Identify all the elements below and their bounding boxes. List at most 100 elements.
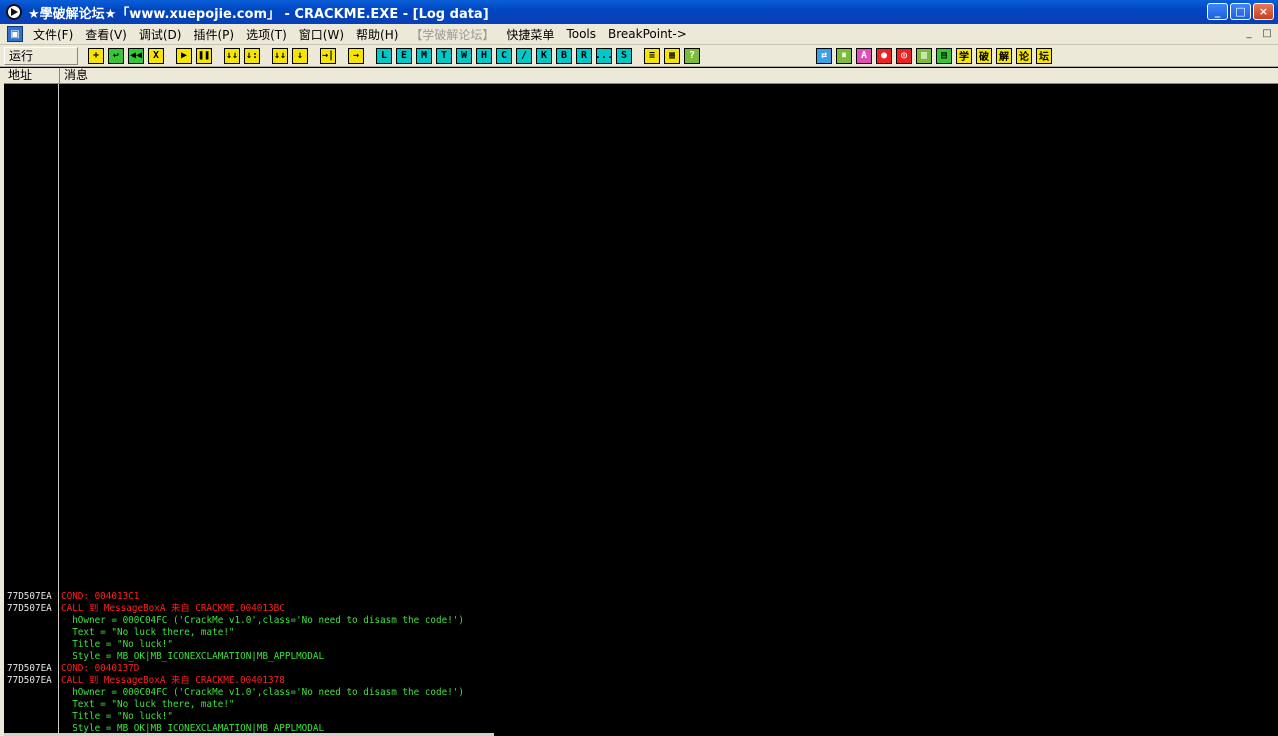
xue-button[interactable]: 学 (956, 47, 972, 64)
log-window[interactable]: 77D507EA COND: 004013C1 77D507EA CALL 到 Mes… (4, 84, 1278, 736)
a-letter-icon[interactable]: A (856, 47, 872, 64)
window-controls: _ □ × (1207, 3, 1274, 20)
menu-options[interactable]: 选项(T) (240, 26, 293, 43)
execute-till-return-button[interactable]: →| (320, 47, 336, 64)
po-button[interactable]: 破 (976, 47, 992, 64)
menu-window[interactable]: 窗口(W) (293, 26, 350, 43)
calculator-icon[interactable]: ▥ (916, 47, 932, 64)
log-message: CALL 到 MessageBoxA 来自 CRACKME.004013BC (61, 603, 285, 614)
log-row[interactable]: Text = "No luck there, mate!" (4, 699, 1278, 711)
menu-breakpoint[interactable]: BreakPoint-> (602, 27, 693, 41)
log-address (4, 627, 61, 639)
log-message: CALL 到 MessageBoxA 来自 CRACKME.00401378 (61, 675, 285, 686)
log-column-header: 地址 消息 (4, 68, 1278, 84)
log-message: COND: 0040137D (61, 663, 140, 674)
jie-button[interactable]: 解 (996, 47, 1012, 64)
log-address: 77D507EA (7, 675, 52, 686)
menu-shortcuts[interactable]: 快捷菜单 (500, 26, 560, 43)
open-button[interactable]: + (88, 47, 104, 64)
log-message: Title = "No luck!" (61, 639, 173, 650)
menu-file[interactable]: 文件(F) (27, 26, 79, 43)
mdi-restore-button[interactable]: □ (1260, 27, 1274, 40)
switch-icon[interactable]: ⇄ (816, 47, 832, 64)
menu-help[interactable]: 帮助(H) (350, 26, 404, 43)
menu-view[interactable]: 查看(V) (79, 26, 133, 43)
log-address: 77D507EA (7, 663, 52, 674)
step-over-button[interactable]: ↓: (244, 47, 260, 64)
window-title: ★學破解论坛★「www.xuepojie.com」 - CRACKME.EXE … (28, 6, 489, 22)
toolbar: 运行 + ↩ ◀◀ X ▶ ❚❚ ↓↓ ↓: ↓↓ ↓ →| → L E M T… (0, 45, 1278, 67)
document-icon[interactable]: ▣ (7, 26, 23, 42)
pause-icon[interactable]: ⏸ (836, 47, 852, 64)
appearance-button[interactable]: ≡ (644, 47, 660, 64)
trace-over-button[interactable]: ↓ (292, 47, 308, 64)
rewind-button[interactable]: ◀◀ (128, 47, 144, 64)
windows-button[interactable]: W (456, 47, 472, 64)
log-row[interactable]: Text = "No luck there, mate!" (4, 627, 1278, 639)
log-address (4, 639, 61, 651)
log-row[interactable]: Style = MB_OK|MB_ICONEXCLAMATION|MB_APPL… (4, 651, 1278, 663)
source-button[interactable]: S (616, 47, 632, 64)
mdi-controls: _ □ (1242, 27, 1274, 40)
patches-button[interactable]: / (516, 47, 532, 64)
log-row[interactable]: 77D507EA COND: 004013C1 (4, 591, 1278, 603)
log-row[interactable]: 77D507EA CALL 到 MessageBoxA 来自 CRACKME.00… (4, 603, 1278, 615)
trace-into-button[interactable]: ↓↓ (272, 47, 288, 64)
menu-plugins[interactable]: 插件(P) (187, 26, 240, 43)
restart-button[interactable]: ↩ (108, 47, 124, 64)
log-address: 77D507EA (7, 591, 52, 602)
menu-debug[interactable]: 调试(D) (133, 26, 188, 43)
modules-button[interactable]: E (396, 47, 412, 64)
log-row[interactable]: hOwner = 000C04FC ('CrackMe v1.0',class=… (4, 615, 1278, 627)
close-button[interactable]: × (1253, 3, 1274, 20)
log-message: Style = MB_OK|MB_ICONEXCLAMATION|MB_APPL… (61, 651, 325, 662)
log-address (4, 651, 61, 663)
log-window-button[interactable]: L (376, 47, 392, 64)
log-message: hOwner = 000C04FC ('CrackMe v1.0',class=… (61, 687, 464, 698)
log-message: Text = "No luck there, mate!" (61, 627, 235, 638)
log-row[interactable]: 77D507EA CALL 到 MessageBoxA 来自 CRACKME.00… (4, 675, 1278, 687)
handles-button[interactable]: H (476, 47, 492, 64)
monitor-icon[interactable]: ▤ (936, 47, 952, 64)
pause-button[interactable]: ❚❚ (196, 47, 212, 64)
tan-button[interactable]: 坛 (1036, 47, 1052, 64)
log-row[interactable]: hOwner = 000C04FC ('CrackMe v1.0',class=… (4, 687, 1278, 699)
log-address: 77D507EA (7, 603, 52, 614)
goto-button[interactable]: → (348, 47, 364, 64)
minimize-button[interactable]: _ (1207, 3, 1228, 20)
log-row[interactable]: Title = "No luck!" (4, 711, 1278, 723)
lun-button[interactable]: 论 (1016, 47, 1032, 64)
terminate-button[interactable]: X (148, 47, 164, 64)
options-grid-button[interactable]: ▦ (664, 47, 680, 64)
run-trace-button[interactable]: ... (595, 47, 613, 64)
step-into-button[interactable]: ↓↓ (224, 47, 240, 64)
target-icon[interactable]: ◎ (896, 47, 912, 64)
title-bar[interactable]: ★學破解论坛★「www.xuepojie.com」 - CRACKME.EXE … (0, 0, 1278, 24)
maximize-button[interactable]: □ (1230, 3, 1251, 20)
log-address (4, 699, 61, 711)
status-indicator: 运行 (4, 46, 78, 65)
help-button[interactable]: ? (684, 47, 700, 64)
mdi-minimize-button[interactable]: _ (1242, 27, 1256, 40)
address-column-header[interactable]: 地址 (4, 68, 60, 83)
menu-bar: ▣ 文件(F) 查看(V) 调试(D) 插件(P) 选项(T) 窗口(W) 帮助… (0, 24, 1278, 45)
references-button[interactable]: R (576, 47, 592, 64)
log-message: hOwner = 000C04FC ('CrackMe v1.0',class=… (61, 615, 464, 626)
cpu-button[interactable]: C (496, 47, 512, 64)
log-address (4, 615, 61, 627)
breakpoints-button[interactable]: B (556, 47, 572, 64)
run-button[interactable]: ▶ (176, 47, 192, 64)
menu-forum[interactable]: 【学破解论坛】 (404, 26, 500, 43)
call-stack-button[interactable]: K (536, 47, 552, 64)
record-icon[interactable]: ● (876, 47, 892, 64)
log-row[interactable]: 77D507EA COND: 0040137D (4, 663, 1278, 675)
threads-button[interactable]: T (436, 47, 452, 64)
log-message: Text = "No luck there, mate!" (61, 699, 235, 710)
log-address (4, 687, 61, 699)
log-row[interactable]: Title = "No luck!" (4, 639, 1278, 651)
menu-tools[interactable]: Tools (560, 27, 602, 41)
memory-button[interactable]: M (416, 47, 432, 64)
app-icon[interactable] (6, 4, 22, 20)
message-column-header[interactable]: 消息 (60, 68, 1278, 83)
log-message: COND: 004013C1 (61, 591, 140, 602)
